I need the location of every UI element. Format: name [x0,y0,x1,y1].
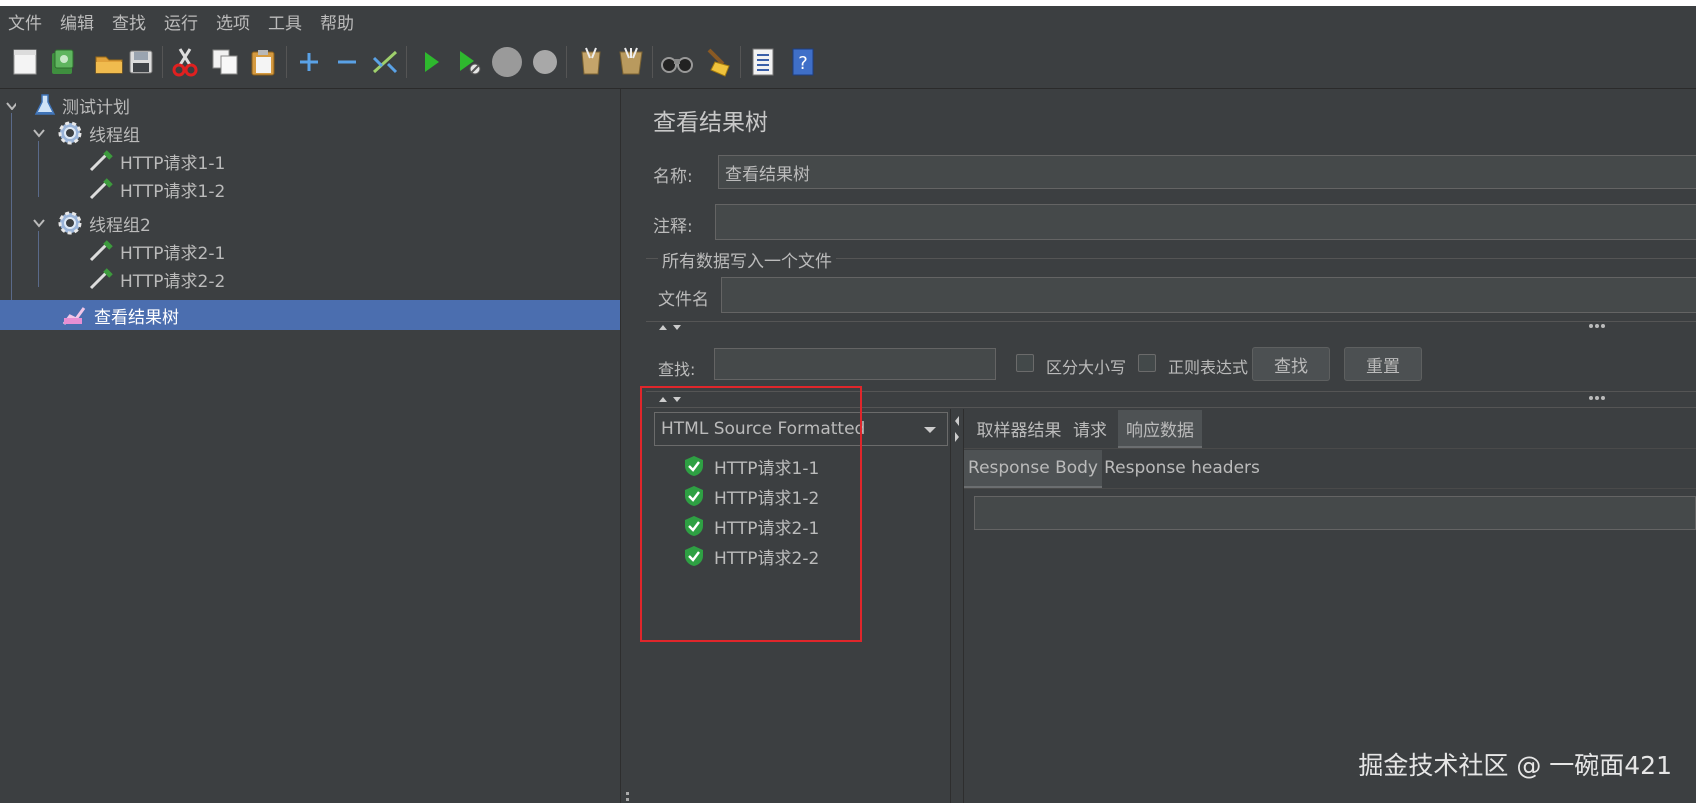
tab-response-headers[interactable]: Response headers [1104,450,1260,486]
cut-icon[interactable] [168,45,202,79]
tree-label: HTTP请求2-2 [120,271,226,292]
tree-node-view-results-tree[interactable]: 查看结果树 [0,300,620,330]
menu-tools[interactable]: 工具 [260,9,312,34]
name-field[interactable]: 查看结果树 [718,155,1696,189]
menu-search[interactable]: 查找 [104,9,156,34]
find-button[interactable]: 查找 [1252,347,1330,381]
pipette-icon [89,240,113,262]
split-arrows-icon[interactable] [953,414,961,446]
save-icon[interactable] [124,45,158,79]
tree-label: 测试计划 [62,97,130,118]
pipette-icon [89,178,113,200]
tree-label: HTTP请求1-1 [120,153,226,174]
chevron-down-icon [924,427,936,433]
open-icon[interactable] [92,45,126,79]
tree-node-thread-group-2[interactable]: 线程组2 [33,208,151,238]
collapse-icon[interactable] [330,45,364,79]
tab-sampler-result[interactable]: 取样器结果 [972,410,1066,446]
clear-all-icon[interactable] [614,45,648,79]
flask-icon [34,94,56,115]
regex-label: 正则表达式 [1168,358,1249,377]
clear-icon[interactable] [574,45,608,79]
toolbar: ? [0,36,1696,89]
search-label: 查找: [658,360,696,379]
result-split-divider[interactable] [950,409,951,803]
menu-run[interactable]: 运行 [156,9,208,34]
chart-icon [62,307,86,325]
chevron-down-icon[interactable] [33,127,45,139]
drag-handle-icon[interactable] [1588,394,1608,402]
menu-file[interactable]: 文件 [0,9,52,34]
tree-label: 线程组2 [89,215,151,236]
function-helper-icon[interactable] [746,45,780,79]
test-plan-tree: 测试计划 线程组 HTTP请求1-1 HTTP请求1-2 线程组2 HTTP请求… [0,89,620,803]
menu-bar: 文件 编辑 查找 运行 选项 工具 帮助 [0,6,1696,36]
name-field-value: 查看结果树 [725,164,810,185]
templates-icon[interactable] [46,45,80,79]
paste-icon[interactable] [246,45,280,79]
pipette-icon [89,268,113,290]
tree-node-http-request-2-1[interactable]: HTTP请求2-1 [88,236,225,266]
drag-handle-icon[interactable] [1588,322,1608,330]
new-icon[interactable] [8,45,42,79]
toggle-icon[interactable] [368,45,402,79]
copy-icon[interactable] [208,45,242,79]
split-arrows-icon[interactable] [658,322,684,332]
filename-field[interactable] [721,277,1696,313]
menu-help[interactable]: 帮助 [312,9,364,34]
tab-response-body[interactable]: Response Body [964,450,1102,489]
menu-options[interactable]: 选项 [208,9,260,34]
tree-node-test-plan[interactable]: 测试计划 [6,90,130,120]
start-no-pause-icon[interactable] [452,45,486,79]
stop-icon[interactable] [490,45,524,79]
shutdown-icon[interactable] [528,45,562,79]
highlight-annotation-box [640,386,862,642]
filename-label: 文件名 [658,290,709,310]
tree-label: HTTP请求1-2 [120,181,226,202]
menu-edit[interactable]: 编辑 [52,9,104,34]
case-sensitive-label: 区分大小写 [1046,358,1127,377]
comment-label: 注释: [653,217,693,237]
help-icon[interactable]: ? [786,45,820,79]
case-sensitive-checkbox[interactable] [1016,354,1034,372]
tree-node-thread-group-1[interactable]: 线程组 [33,118,140,148]
reset-button[interactable]: 重置 [1344,347,1422,381]
gear-icon [58,211,82,235]
tree-node-http-request-1-2[interactable]: HTTP请求1-2 [88,174,225,204]
tree-label: 查看结果树 [94,307,179,328]
search-input[interactable] [714,348,996,380]
watermark: 掘金技术社区 @ 一碗面421 [1358,751,1672,780]
gear-icon [58,121,82,145]
tree-label: HTTP请求2-1 [120,243,226,264]
svg-text:?: ? [798,53,808,74]
expand-icon[interactable] [292,45,326,79]
tab-request[interactable]: 请求 [1070,410,1110,446]
panel-title: 查看结果树 [653,110,768,136]
tree-label: 线程组 [89,125,140,146]
tab-response-data[interactable]: 响应数据 [1118,410,1202,449]
name-label: 名称: [653,167,693,187]
tree-node-http-request-1-1[interactable]: HTTP请求1-1 [88,146,225,176]
write-to-file-section: 所有数据写入一个文件 [658,247,836,272]
response-body-area[interactable] [974,496,1696,530]
chevron-down-icon[interactable] [6,100,16,110]
tree-node-http-request-2-2[interactable]: HTTP请求2-2 [88,264,225,294]
comment-field[interactable] [715,204,1696,240]
pipette-icon [89,150,113,172]
search-icon[interactable] [660,45,694,79]
chevron-down-icon[interactable] [33,217,45,229]
start-icon[interactable] [414,45,448,79]
regex-checkbox[interactable] [1138,354,1156,372]
reset-search-icon[interactable] [700,45,734,79]
